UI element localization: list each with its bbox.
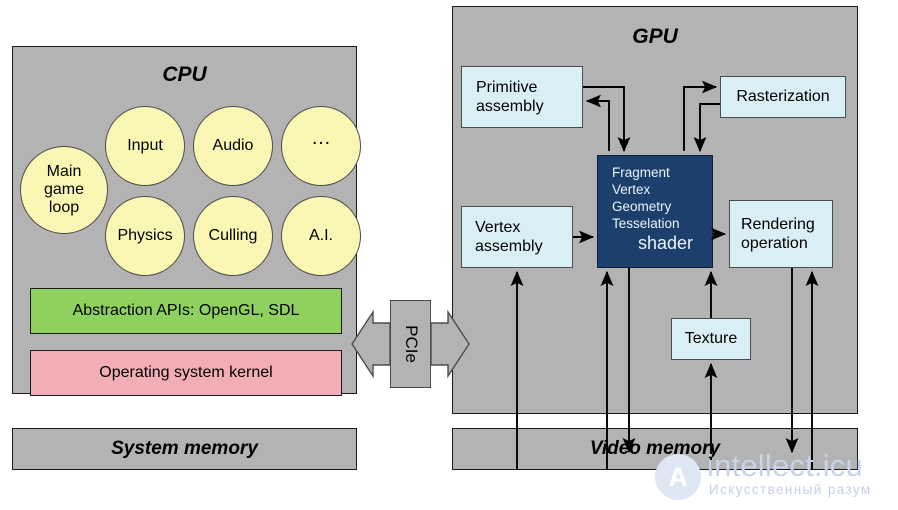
system-memory-label: System memory xyxy=(111,438,258,459)
gpu-box-rendering-operation: Rendering operation xyxy=(729,200,833,268)
cpu-circle-label: A.I. xyxy=(308,227,333,245)
cpu-circle-ellipsis: … xyxy=(281,106,361,186)
cpu-circle-label: Physics xyxy=(117,227,173,245)
shader-line-vertex: Vertex xyxy=(612,182,651,197)
cpu-circle-physics: Physics xyxy=(105,196,185,276)
gpu-box-primitive-assembly: Primitive assembly xyxy=(461,66,583,128)
cpu-bar-label: Abstraction APIs: OpenGL, SDL xyxy=(72,302,300,319)
pcie-bus: PCIe xyxy=(390,300,431,388)
cpu-circle-label: Audio xyxy=(212,137,254,155)
cpu-bar-label: Operating system kernel xyxy=(99,364,273,381)
gpu-box-texture: Texture xyxy=(671,318,751,360)
cpu-circle-label: Culling xyxy=(208,227,258,245)
gpu-box-label: Primitive assembly xyxy=(476,78,544,115)
shader-line-tesselation: Tesselation xyxy=(612,216,680,231)
cpu-circle-label: Main game loop xyxy=(43,163,85,216)
pcie-arrow-left xyxy=(351,309,391,379)
cpu-circle-input: Input xyxy=(105,106,185,186)
cpu-circle-culling: Culling xyxy=(193,196,273,276)
shader-line-geometry: Geometry xyxy=(612,199,672,214)
cpu-bar-os-kernel: Operating system kernel xyxy=(30,350,342,396)
gpu-box-label: Rasterization xyxy=(736,88,830,106)
cpu-circle-main-game-loop: Main game loop xyxy=(20,146,108,234)
cpu-circle-audio: Audio xyxy=(193,106,273,186)
cpu-bar-abstraction-apis: Abstraction APIs: OpenGL, SDL xyxy=(30,288,342,334)
gpu-box-label: Vertex assembly xyxy=(475,218,543,255)
watermark-subtitle: Искусственный разум xyxy=(709,482,872,497)
pcie-label: PCIe xyxy=(401,325,421,363)
gpu-box-vertex-assembly: Vertex assembly xyxy=(461,206,573,268)
system-memory-bar: System memory xyxy=(12,428,357,470)
gpu-box-shader: Fragment Vertex Geometry Tesselation sha… xyxy=(597,155,713,268)
gpu-box-label: Texture xyxy=(684,330,738,348)
gpu-title: GPU xyxy=(632,25,678,48)
diagram-canvas: CPU Main game loop Input Audio … Physics… xyxy=(0,0,898,510)
shader-line-fragment: Fragment xyxy=(612,165,670,180)
cpu-title: CPU xyxy=(162,63,207,86)
cpu-circle-label: Input xyxy=(127,137,163,155)
watermark-text: intellect.icu xyxy=(707,448,863,483)
gpu-box-label: Rendering operation xyxy=(741,215,815,252)
gpu-box-rasterization: Rasterization xyxy=(720,76,846,118)
cpu-circle-ai: A.I. xyxy=(281,196,361,276)
watermark: A intellect.icu Искусственный разум xyxy=(655,448,895,508)
watermark-logo-icon: A xyxy=(655,454,701,500)
shader-main-label: shader xyxy=(638,233,694,253)
cpu-circle-label: … xyxy=(311,126,331,149)
